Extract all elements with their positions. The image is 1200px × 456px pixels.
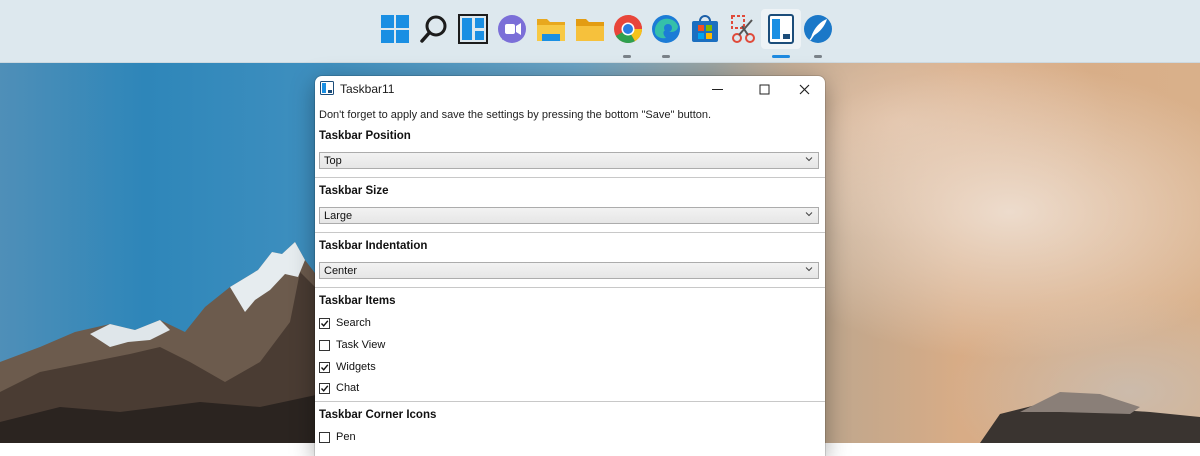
search-icon — [420, 15, 447, 43]
start-button[interactable] — [375, 9, 415, 49]
snipping-tool-button[interactable] — [723, 9, 763, 49]
search-button[interactable] — [414, 9, 454, 49]
items-section-title: Taskbar Items — [319, 295, 396, 307]
position-section-title: Taskbar Position — [319, 130, 411, 142]
running-indicator-chrome — [623, 55, 631, 58]
running-indicator-taskbar11 — [772, 55, 790, 58]
divider — [315, 232, 825, 233]
checkmark-icon — [320, 320, 329, 327]
taskbar11-icon — [768, 14, 794, 44]
file-explorer-button[interactable] — [531, 9, 571, 49]
maximize-icon — [759, 84, 769, 94]
store-icon — [692, 15, 718, 42]
task-view-checkbox-label: Task View — [336, 339, 386, 351]
position-dropdown[interactable]: Top — [319, 152, 819, 169]
task-view-checkbox[interactable] — [319, 340, 330, 351]
chrome-button[interactable] — [608, 9, 648, 49]
divider — [315, 177, 825, 178]
checkmark-icon — [320, 385, 329, 392]
chat-checkbox-label: Chat — [336, 382, 360, 394]
checkmark-icon — [320, 364, 329, 371]
chat-button[interactable] — [492, 9, 532, 49]
file-explorer-icon — [537, 19, 565, 41]
chevron-down-icon — [805, 157, 813, 162]
teams-chat-icon — [498, 15, 526, 43]
search-checkbox-label: Search — [336, 317, 371, 329]
size-value: Large — [324, 210, 353, 222]
indentation-value: Center — [324, 265, 358, 277]
chrome-icon — [614, 15, 642, 43]
folder-icon — [576, 19, 604, 41]
edge-icon — [652, 15, 680, 43]
minimize-icon — [711, 88, 723, 90]
chevron-down-icon — [805, 212, 813, 217]
close-icon — [799, 84, 809, 94]
position-value: Top — [324, 155, 342, 167]
start-icon — [381, 15, 409, 43]
widgets-icon — [458, 14, 488, 44]
divider — [315, 401, 825, 402]
save-hint-text: Don't forget to apply and save the setti… — [319, 109, 712, 121]
taskbar11-icon — [320, 81, 334, 95]
search-checkbox[interactable] — [319, 318, 330, 329]
folder-button[interactable] — [570, 9, 610, 49]
running-indicator-quill — [814, 55, 822, 58]
edge-button[interactable] — [646, 9, 686, 49]
pen-checkbox[interactable] — [319, 432, 330, 443]
divider — [315, 287, 825, 288]
size-section-title: Taskbar Size — [319, 185, 389, 197]
chat-checkbox[interactable] — [319, 383, 330, 394]
store-button[interactable] — [685, 9, 725, 49]
taskbar11-window: Taskbar11 Don't forget to apply and save… — [315, 76, 825, 456]
minimize-button[interactable] — [697, 76, 737, 102]
quill-app-icon — [804, 15, 832, 43]
widgets-button[interactable] — [453, 9, 493, 49]
taskbar — [0, 0, 1200, 63]
size-dropdown[interactable]: Large — [319, 207, 819, 224]
indentation-dropdown[interactable]: Center — [319, 262, 819, 279]
snipping-tool-icon — [731, 15, 755, 43]
indentation-section-title: Taskbar Indentation — [319, 240, 428, 252]
widgets-checkbox-label: Widgets — [336, 361, 376, 373]
quill-app-button[interactable] — [798, 9, 838, 49]
widgets-checkbox[interactable] — [319, 362, 330, 373]
taskbar11-button[interactable] — [761, 9, 801, 49]
window-title: Taskbar11 — [340, 82, 395, 96]
close-button[interactable] — [784, 76, 824, 102]
title-bar[interactable]: Taskbar11 — [315, 76, 825, 102]
chevron-down-icon — [805, 267, 813, 272]
running-indicator-edge — [662, 55, 670, 58]
maximize-button[interactable] — [744, 76, 784, 102]
corner-icons-section-title: Taskbar Corner Icons — [319, 409, 437, 421]
pen-checkbox-label: Pen — [336, 431, 356, 443]
